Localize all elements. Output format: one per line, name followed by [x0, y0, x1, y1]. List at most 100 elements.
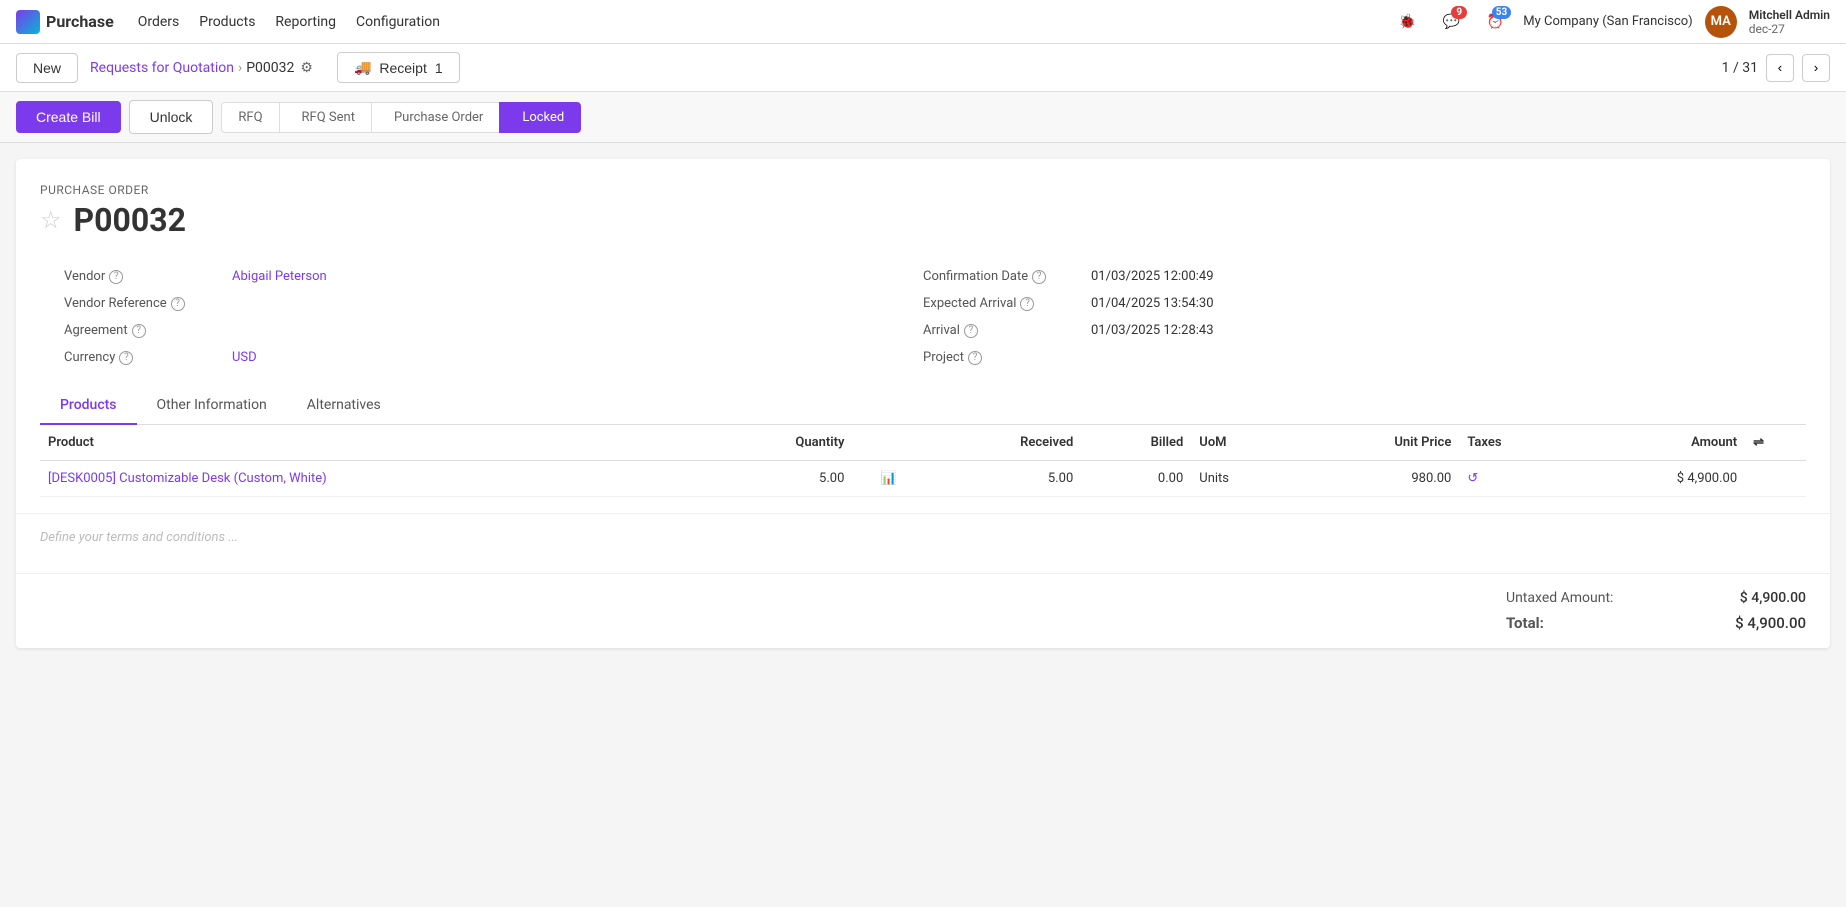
col-unit-price: Unit Price: [1295, 425, 1460, 461]
breadcrumb-parent[interactable]: Requests for Quotation: [90, 60, 234, 76]
product-link[interactable]: [DESK0005] Customizable Desk (Custom, Wh…: [48, 471, 327, 486]
step-rfq-sent[interactable]: RFQ Sent: [279, 102, 372, 133]
step-rfq[interactable]: RFQ: [221, 102, 279, 133]
pager-prev-button[interactable]: ‹: [1766, 54, 1794, 82]
confirmation-date-field-row: Confirmation Date ? 01/03/2025 12:00:49: [923, 263, 1782, 290]
breadcrumb-bar: New Requests for Quotation › P00032 ⚙ 🚚 …: [0, 44, 1846, 92]
user-name: Mitchell Admin: [1749, 8, 1830, 22]
company-name[interactable]: My Company (San Francisco): [1523, 14, 1692, 29]
confirmation-date-help[interactable]: ?: [1032, 270, 1046, 284]
gear-icon[interactable]: ⚙: [300, 60, 313, 76]
form-title-row: ☆ P00032: [40, 201, 1806, 239]
breadcrumb-current: P00032: [246, 60, 294, 76]
total-row: Total: $ 4,900.00: [1506, 610, 1806, 636]
new-button[interactable]: New: [16, 53, 78, 83]
receipt-button[interactable]: 🚚 Receipt 1: [337, 52, 460, 83]
arrival-field-row: Arrival ? 01/03/2025 12:28:43: [923, 317, 1782, 344]
tab-other-information[interactable]: Other Information: [137, 387, 287, 425]
project-field-row: Project ?: [923, 344, 1782, 371]
vendor-ref-help[interactable]: ?: [171, 297, 185, 311]
action-bar: Create Bill Unlock RFQ RFQ Sent Purchase…: [0, 92, 1846, 143]
unlock-button[interactable]: Unlock: [129, 100, 214, 134]
chart-icon-cell[interactable]: 📊: [852, 461, 925, 497]
app-name: Purchase: [46, 12, 114, 31]
vendor-help[interactable]: ?: [109, 270, 123, 284]
uom-cell: Units: [1191, 461, 1294, 497]
activity-badge: 53: [1492, 6, 1511, 19]
vendor-value[interactable]: Abigail Peterson: [232, 269, 327, 284]
nav-right: 🐞 💬 9 ⏰ 53 My Company (San Francisco) MA…: [1391, 6, 1830, 38]
vendor-ref-label: Vendor Reference ?: [64, 296, 224, 311]
vendor-field-row: Vendor ? Abigail Peterson: [64, 263, 923, 290]
bug-icon-button[interactable]: 🐞: [1391, 6, 1423, 38]
product-cell: [DESK0005] Customizable Desk (Custom, Wh…: [40, 461, 706, 497]
top-navigation: Purchase Orders Products Reporting Confi…: [0, 0, 1846, 44]
reset-icon[interactable]: ↺: [1467, 471, 1478, 486]
col-taxes: Taxes: [1459, 425, 1572, 461]
pager-text: 1 / 31: [1722, 60, 1758, 76]
currency-label: Currency ?: [64, 350, 224, 365]
receipt-truck-icon: 🚚: [354, 59, 371, 76]
activity-icon-button[interactable]: ⏰ 53: [1479, 6, 1511, 38]
terms-area[interactable]: Define your terms and conditions ...: [16, 513, 1830, 573]
row-action-cell: [1745, 461, 1806, 497]
untaxed-value: $ 4,900.00: [1740, 590, 1806, 606]
nav-orders[interactable]: Orders: [138, 10, 180, 34]
amount-cell: $ 4,900.00: [1573, 461, 1745, 497]
products-table: Product Quantity Received Billed UoM Uni…: [40, 425, 1806, 497]
left-fields: Vendor ? Abigail Peterson Vendor Referen…: [64, 263, 923, 371]
nav-reporting[interactable]: Reporting: [275, 10, 336, 34]
table-row: [DESK0005] Customizable Desk (Custom, Wh…: [40, 461, 1806, 497]
currency-field-row: Currency ? USD: [64, 344, 923, 371]
agreement-field-row: Agreement ?: [64, 317, 923, 344]
untaxed-amount-row: Untaxed Amount: $ 4,900.00: [1506, 586, 1806, 610]
avatar-initials: MA: [1711, 14, 1731, 29]
pager-next-button[interactable]: ›: [1802, 54, 1830, 82]
tabs-container: Products Other Information Alternatives: [40, 387, 1806, 425]
agreement-help[interactable]: ?: [132, 324, 146, 338]
taxes-cell: ↺: [1459, 461, 1572, 497]
user-date: dec-27: [1749, 22, 1830, 36]
col-chart: [852, 425, 925, 461]
create-bill-button[interactable]: Create Bill: [16, 101, 121, 133]
vendor-label: Vendor ?: [64, 269, 224, 284]
agreement-label: Agreement ?: [64, 323, 224, 338]
nav-menu: Orders Products Reporting Configuration: [138, 10, 440, 34]
chat-icon-button[interactable]: 💬 9: [1435, 6, 1467, 38]
confirmation-date-value: 01/03/2025 12:00:49: [1091, 269, 1214, 284]
step-purchase-order[interactable]: Purchase Order: [371, 102, 500, 133]
totals-table: Untaxed Amount: $ 4,900.00 Total: $ 4,90…: [1506, 586, 1806, 636]
tab-alternatives[interactable]: Alternatives: [287, 387, 401, 425]
col-received: Received: [925, 425, 1081, 461]
nav-configuration[interactable]: Configuration: [356, 10, 440, 34]
step-locked[interactable]: Locked: [499, 102, 581, 133]
expected-arrival-label: Expected Arrival ?: [923, 296, 1083, 311]
pager: 1 / 31 ‹ ›: [1722, 54, 1830, 82]
user-avatar[interactable]: MA: [1705, 6, 1737, 38]
expected-arrival-help[interactable]: ?: [1020, 297, 1034, 311]
nav-products[interactable]: Products: [199, 10, 255, 34]
project-label: Project ?: [923, 350, 1083, 365]
arrival-help[interactable]: ?: [964, 324, 978, 338]
expected-arrival-value: 01/04/2025 13:54:30: [1091, 296, 1214, 311]
receipt-label: Receipt: [379, 60, 426, 76]
logo-icon: [16, 10, 40, 34]
favorite-star-icon[interactable]: ☆: [40, 206, 62, 234]
currency-help[interactable]: ?: [119, 351, 133, 365]
tabs: Products Other Information Alternatives: [40, 387, 1806, 424]
totals-section: Untaxed Amount: $ 4,900.00 Total: $ 4,90…: [16, 573, 1830, 648]
arrival-value: 01/03/2025 12:28:43: [1091, 323, 1214, 338]
right-fields: Confirmation Date ? 01/03/2025 12:00:49 …: [923, 263, 1782, 371]
section-label: Purchase Order: [40, 183, 1806, 197]
tab-products[interactable]: Products: [40, 387, 137, 425]
currency-value[interactable]: USD: [232, 350, 257, 365]
main-content: Purchase Order ☆ P00032 Vendor ? Abigail…: [16, 159, 1830, 648]
order-number: P00032: [74, 201, 186, 239]
forecast-chart-icon[interactable]: 📊: [881, 471, 897, 486]
app-logo[interactable]: Purchase: [16, 10, 114, 34]
col-amount: Amount: [1573, 425, 1745, 461]
total-label: Total:: [1506, 614, 1544, 632]
form-fields: Vendor ? Abigail Peterson Vendor Referen…: [40, 263, 1806, 371]
col-adjust[interactable]: ⇌: [1745, 425, 1806, 461]
project-help[interactable]: ?: [968, 351, 982, 365]
